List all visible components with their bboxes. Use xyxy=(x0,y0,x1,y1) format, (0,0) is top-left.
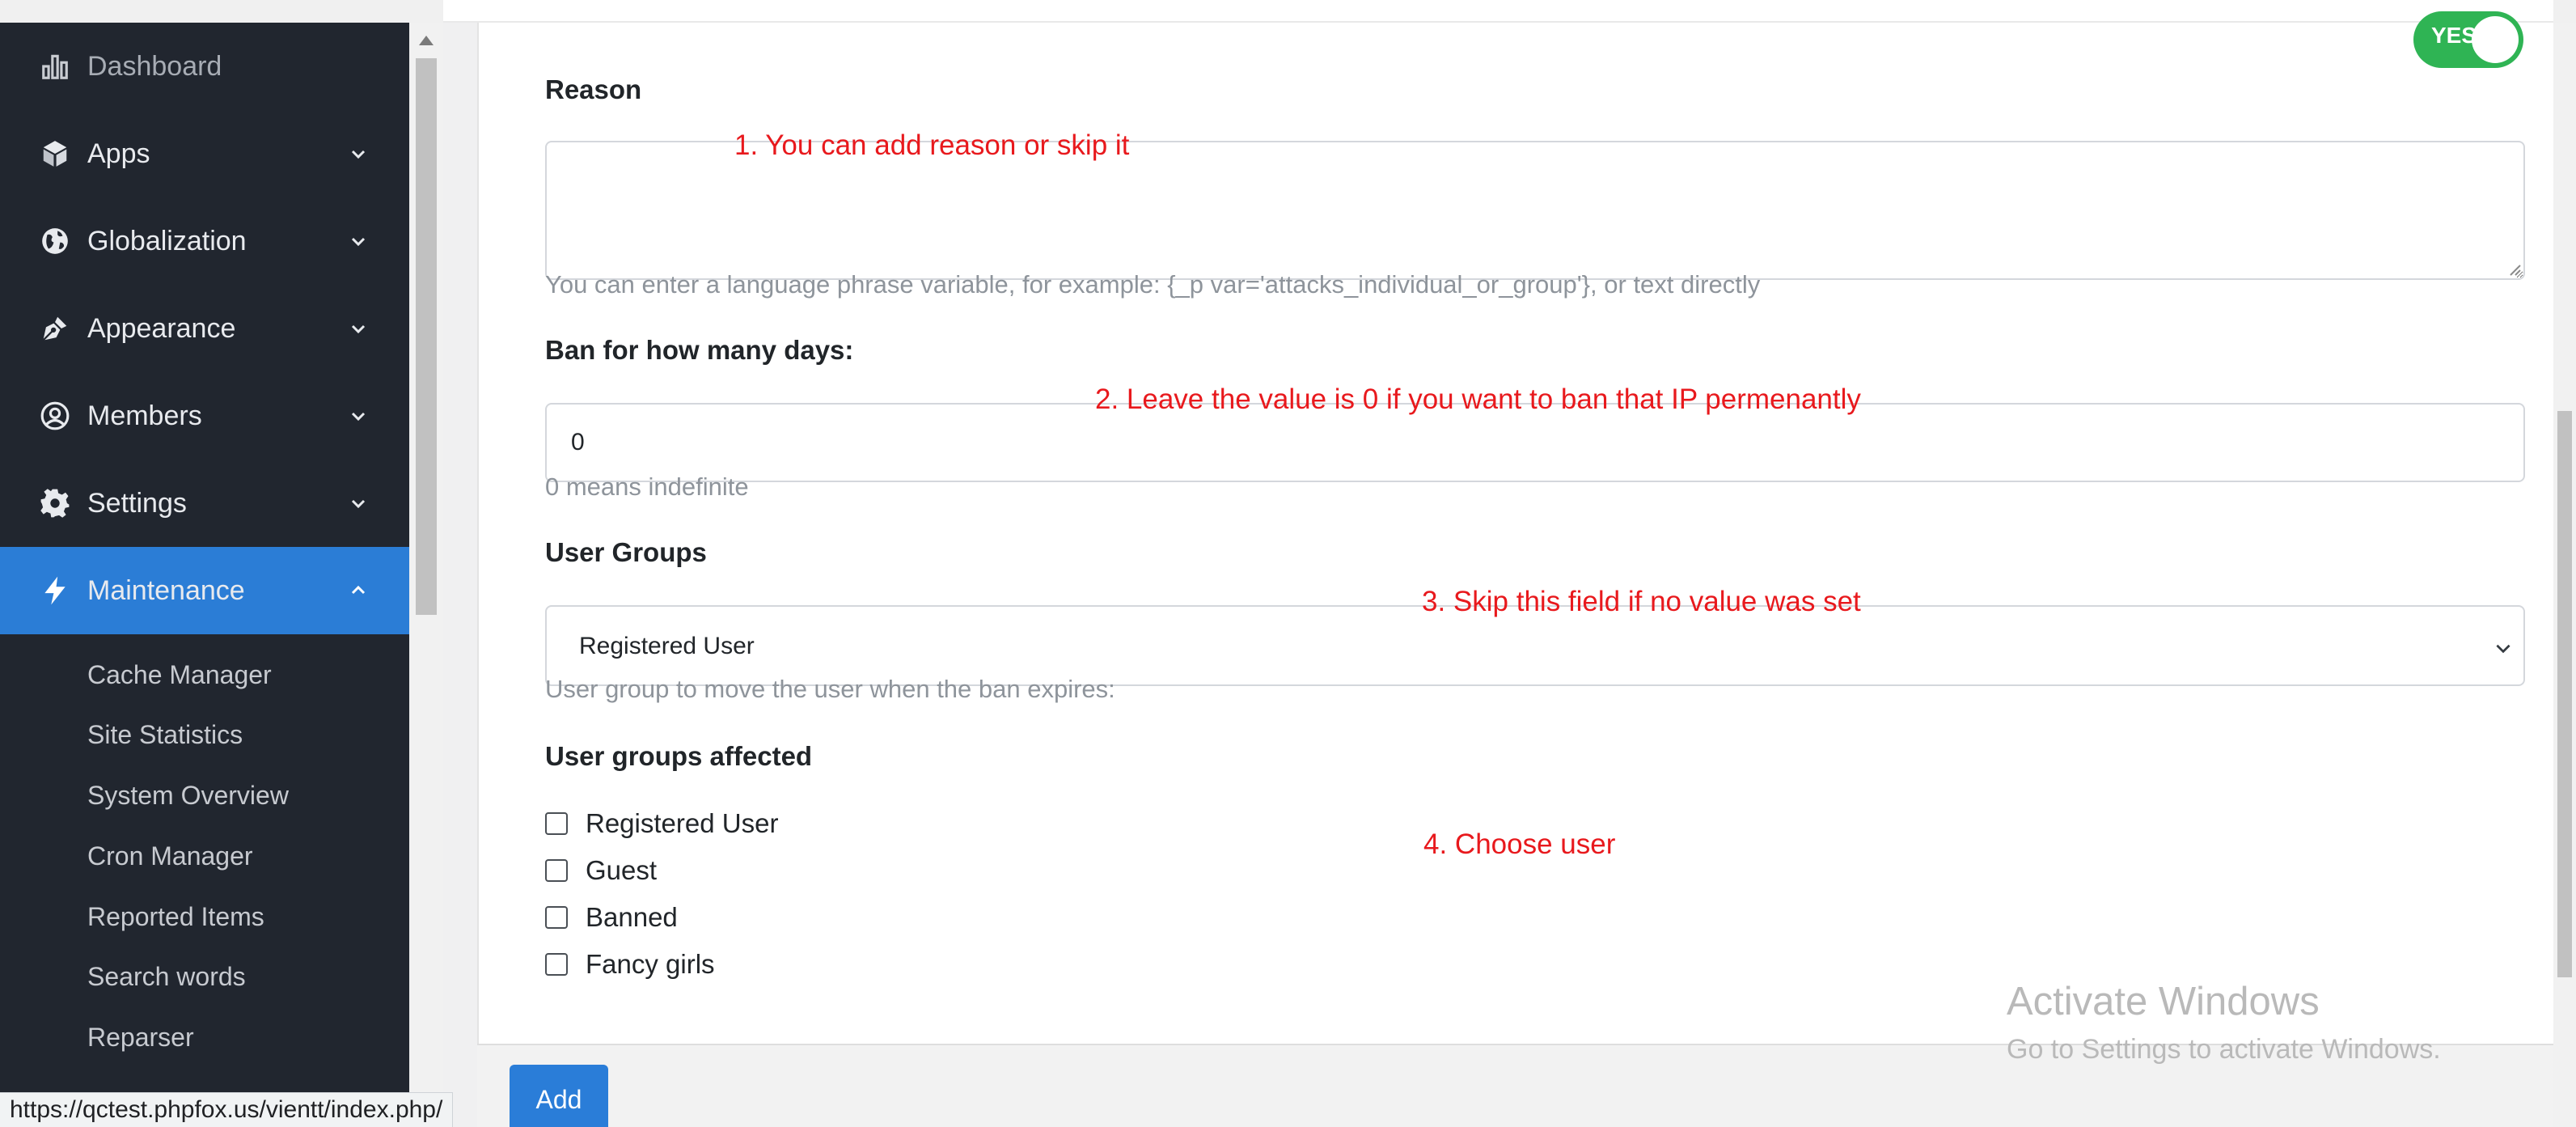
sidebar-item-label: Settings xyxy=(87,487,187,519)
user-groups-label: User Groups xyxy=(545,537,707,567)
resize-grip-icon[interactable] xyxy=(2506,261,2522,277)
sidebar-item-dashboard[interactable]: Dashboard xyxy=(0,23,409,110)
checkbox-label: Guest xyxy=(586,855,658,885)
sidebar-item-label: Members xyxy=(87,400,202,431)
chevron-down-icon[interactable] xyxy=(348,318,369,339)
registered-user-checkbox[interactable] xyxy=(545,812,568,835)
reason-label: Reason xyxy=(545,74,642,104)
sidebar-item-members[interactable]: Members xyxy=(0,372,409,460)
reason-help-text: You can enter a language phrase variable… xyxy=(545,270,1761,299)
sidebar-subitem-system-overview[interactable]: System Overview xyxy=(87,781,289,811)
sidebar-subitem-reported-items[interactable]: Reported Items xyxy=(87,902,264,932)
page-scrollbar-thumb[interactable] xyxy=(2557,411,2572,977)
sidebar-item-maintenance[interactable]: Maintenance xyxy=(0,547,409,634)
annotation-note-1: 1. You can add reason or skip it xyxy=(734,129,1130,161)
annotation-note-4: 4. Choose user xyxy=(1423,828,1616,860)
user-groups-selected-value: Registered User xyxy=(579,633,755,659)
checkbox-label: Banned xyxy=(586,902,678,932)
sidebar-item-appearance[interactable]: Appearance xyxy=(0,285,409,372)
banned-checkbox[interactable] xyxy=(545,906,568,929)
sidebar-subitem-cache-manager[interactable]: Cache Manager xyxy=(87,660,272,690)
sidebar-subitem-search-words[interactable]: Search words xyxy=(87,962,246,992)
ban-days-label: Ban for how many days: xyxy=(545,335,854,365)
chevron-down-icon[interactable] xyxy=(348,143,369,164)
chevron-down-icon[interactable] xyxy=(348,405,369,426)
toggle-knob xyxy=(2472,16,2519,63)
sidebar-subitem-cron-manager[interactable]: Cron Manager xyxy=(87,841,253,871)
top-header-strip xyxy=(443,0,2553,23)
affected-group-option[interactable]: Fancy girls xyxy=(545,948,715,981)
chevron-up-icon[interactable] xyxy=(348,580,369,601)
windows-activation-title: Activate Windows xyxy=(2007,980,2320,1023)
sidebar-scrollbar[interactable] xyxy=(409,23,443,1127)
sidebar-item-settings[interactable]: Settings xyxy=(0,460,409,547)
toggle-label: YES xyxy=(2431,23,2477,48)
sidebar-item-label: Globalization xyxy=(87,225,247,256)
affected-group-option[interactable]: Registered User xyxy=(545,807,778,840)
globe-icon xyxy=(39,225,71,257)
admin-sidebar: Dashboard Apps Globalization Appearance xyxy=(0,23,409,1127)
main-content: YES Reason You can enter a language phra… xyxy=(443,0,2559,1127)
sidebar-subitem-site-statistics[interactable]: Site Statistics xyxy=(87,720,243,750)
chevron-down-icon[interactable] xyxy=(348,493,369,514)
sidebar-item-globalization[interactable]: Globalization xyxy=(0,197,409,285)
sidebar-item-label: Appearance xyxy=(87,312,236,344)
status-url-bar: https://qctest.phpfox.us/vientt/index.ph… xyxy=(0,1092,454,1127)
annotation-note-2: 2. Leave the value is 0 if you want to b… xyxy=(1095,383,1861,415)
sidebar-item-label: Maintenance xyxy=(87,574,245,606)
cube-icon xyxy=(39,138,71,170)
scroll-up-arrow-icon[interactable] xyxy=(419,36,434,45)
fancy-girls-checkbox[interactable] xyxy=(545,953,568,976)
gear-icon xyxy=(39,487,71,519)
checkbox-label: Registered User xyxy=(586,808,779,838)
annotation-note-3: 3. Skip this field if no value was set xyxy=(1422,586,1861,617)
bar-chart-icon xyxy=(39,50,71,83)
sidebar-item-apps[interactable]: Apps xyxy=(0,110,409,197)
affected-groups-label: User groups affected xyxy=(545,741,813,771)
windows-activation-subtitle: Go to Settings to activate Windows. xyxy=(2007,1034,2441,1065)
affected-group-option[interactable]: Guest xyxy=(545,854,657,887)
guest-checkbox[interactable] xyxy=(545,859,568,882)
sidebar-item-label: Dashboard xyxy=(87,50,222,82)
chevron-down-icon[interactable] xyxy=(348,231,369,252)
pen-nib-icon xyxy=(39,312,71,345)
add-button[interactable]: Add xyxy=(510,1065,608,1127)
page-scrollbar[interactable] xyxy=(2553,23,2576,1127)
user-groups-help-text: User group to move the user when the ban… xyxy=(545,675,1115,703)
affected-group-option[interactable]: Banned xyxy=(545,901,678,934)
user-circle-icon xyxy=(39,400,71,432)
chevron-down-icon xyxy=(2496,644,2510,654)
ban-form-card: YES Reason You can enter a language phra… xyxy=(477,11,2559,1044)
sidebar-scrollbar-thumb[interactable] xyxy=(416,58,437,615)
sidebar-item-label: Apps xyxy=(87,138,150,169)
ban-toggle[interactable]: YES xyxy=(2413,11,2523,68)
ban-days-help-text: 0 means indefinite xyxy=(545,472,749,501)
bolt-icon xyxy=(39,574,71,607)
checkbox-label: Fancy girls xyxy=(586,949,715,979)
sidebar-subitem-reparser[interactable]: Reparser xyxy=(87,1023,194,1053)
